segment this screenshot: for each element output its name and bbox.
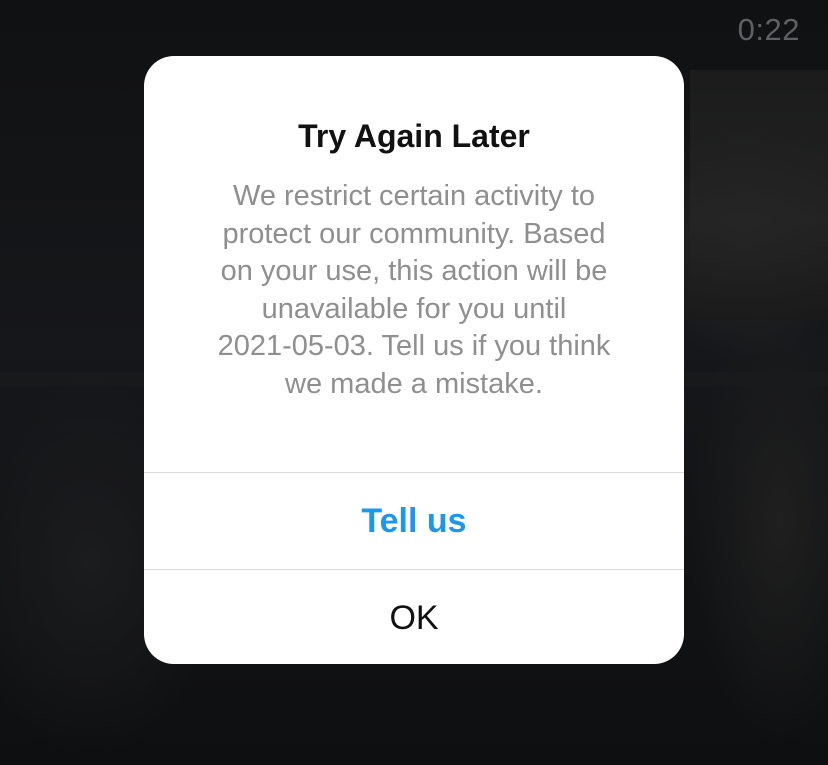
dialog-content: Try Again Later We restrict certain acti… bbox=[144, 56, 684, 472]
tell-us-button[interactable]: Tell us bbox=[144, 472, 684, 569]
alert-dialog: Try Again Later We restrict certain acti… bbox=[144, 56, 684, 664]
ok-button[interactable]: OK bbox=[144, 569, 684, 664]
background-window bbox=[690, 70, 828, 320]
video-timer: 0:22 bbox=[737, 12, 800, 47]
dialog-message: We restrict certain activity to protect … bbox=[217, 180, 611, 400]
dialog-title: Try Again Later bbox=[298, 118, 530, 154]
